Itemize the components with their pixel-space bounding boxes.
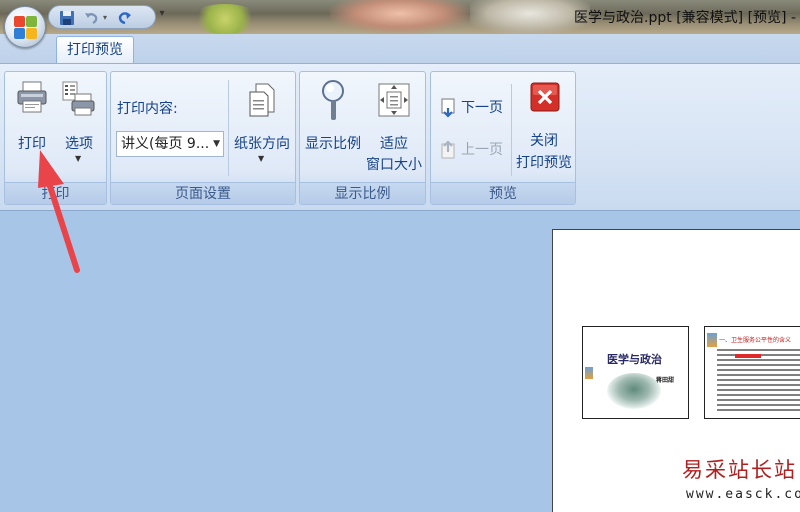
slide-title: 一、卫生服务公平性的含义 (719, 337, 792, 344)
redo-icon[interactable] (115, 8, 135, 27)
customize-toolbar-icon[interactable]: ▾ (156, 8, 168, 24)
fit-window-icon (378, 83, 410, 117)
undo-dropdown-icon[interactable]: ▾ (99, 8, 111, 27)
next-page-label: 下一页 (461, 100, 503, 116)
slide-decoration (707, 333, 717, 347)
previous-page-label: 上一页 (461, 142, 503, 158)
slide-decoration (585, 367, 593, 379)
slide-highlight (735, 354, 761, 358)
next-page-icon (441, 98, 455, 118)
zoom-group-label: 显示比例 (300, 182, 425, 204)
magnifier-icon (322, 80, 344, 120)
print-content-select[interactable]: 讲义(每页 9... ▼ (116, 131, 224, 157)
slide-author: 蒋田甜 (656, 377, 675, 384)
watermark-site-name: 易采站长站 (682, 458, 797, 482)
preview-group: 下一页 上一页 关闭 打印预览 预览 (430, 71, 576, 205)
window-title: 医学与政治.ppt [兼容模式] [预览] - (574, 10, 796, 26)
next-page-button[interactable]: 下一页 (437, 96, 511, 120)
zoom-button[interactable]: 显示比例 (304, 76, 362, 156)
chevron-down-icon: ▼ (213, 139, 220, 149)
office-button-icon[interactable] (4, 6, 46, 48)
undo-icon[interactable] (81, 8, 101, 27)
preview-group-label: 预览 (431, 182, 575, 204)
quick-access-toolbar: ▾ (48, 5, 156, 29)
printer-icon (17, 81, 47, 113)
ribbon: 打印 选项 ▼ 打印 打印内容: 讲义(每页 9... ▼ (0, 63, 800, 211)
fit-window-label-line2: 窗口大小 (366, 157, 422, 173)
close-preview-label-line2: 打印预览 (516, 155, 572, 171)
page-orientation-icon (249, 83, 275, 117)
close-preview-icon (530, 82, 560, 112)
slide-image (607, 373, 661, 409)
slide-thumbnail: 医学与政治 蒋田甜 (582, 326, 689, 419)
page-setup-group-label: 页面设置 (111, 182, 295, 204)
watermark-url: www.easck.com (686, 487, 800, 502)
page-setup-group: 打印内容: 讲义(每页 9... ▼ 纸张方向 ▼ 页面设置 (110, 71, 296, 205)
previous-page-button[interactable]: 上一页 (437, 138, 511, 162)
close-preview-label-line1: 关闭 (530, 133, 558, 149)
annotation-arrow-icon (38, 150, 80, 273)
orientation-dropdown-icon: ▼ (258, 154, 265, 163)
tab-print-preview[interactable]: 打印预览 (56, 36, 134, 65)
slide-title: 医学与政治 (607, 353, 662, 366)
close-preview-button[interactable]: 关闭 打印预览 (513, 78, 575, 178)
save-icon[interactable] (57, 8, 77, 27)
slide-thumbnail: 一、卫生服务公平性的含义 (704, 326, 800, 419)
content-label: 打印内容: (117, 101, 178, 117)
previous-page-icon (441, 140, 455, 159)
orientation-button[interactable]: 纸张方向 ▼ (231, 80, 293, 170)
ribbon-tab-row: 打印预览 (0, 34, 800, 65)
print-content-value: 讲义(每页 9... (121, 136, 210, 152)
slide-body-text (717, 349, 800, 413)
fit-window-label-line1: 适应 (380, 136, 408, 152)
fit-window-button[interactable]: 适应 窗口大小 (364, 76, 424, 176)
zoom-button-label: 显示比例 (305, 136, 361, 152)
print-options-icon (62, 81, 95, 116)
zoom-group: 显示比例 适应 窗口大小 显示比例 (299, 71, 426, 205)
orientation-button-label: 纸张方向 (234, 136, 290, 152)
